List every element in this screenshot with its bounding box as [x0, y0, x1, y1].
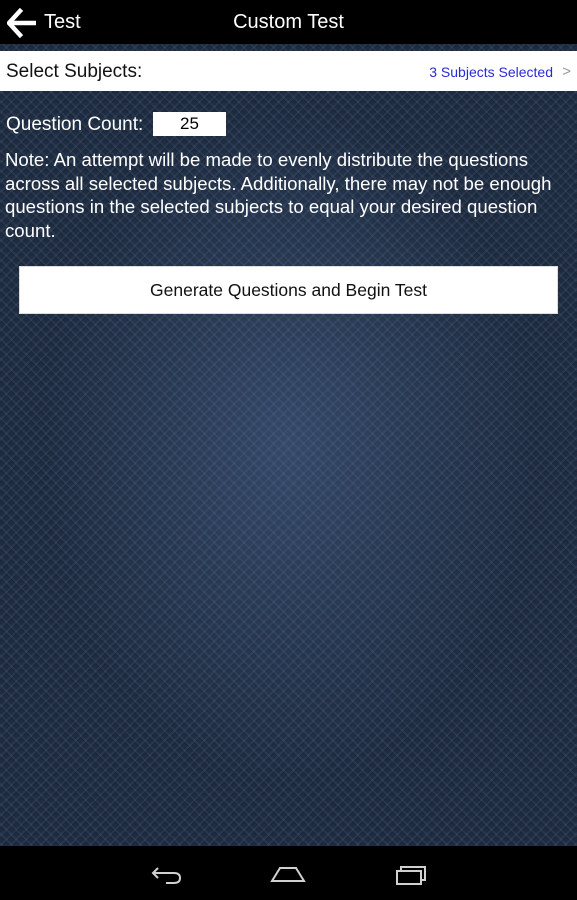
nav-back-button[interactable]	[138, 856, 194, 890]
nav-back-icon	[151, 867, 182, 884]
distribution-note: Note: An attempt will be made to evenly …	[5, 149, 552, 241]
nav-recents-button[interactable]	[382, 856, 438, 890]
select-subjects-label: Select Subjects:	[6, 61, 143, 82]
question-count-label: Question Count:	[6, 114, 144, 135]
nav-recents-icon	[396, 866, 426, 885]
chevron-right-icon: >	[562, 63, 571, 80]
nav-home-icon	[270, 867, 306, 882]
select-subjects-row[interactable]: Select Subjects: 3 Subjects Selected >	[0, 51, 577, 91]
action-bar: Test Custom Test	[0, 0, 577, 44]
question-count-input[interactable]	[153, 112, 226, 136]
subjects-selected-value[interactable]: 3 Subjects Selected	[429, 64, 553, 80]
system-nav-bar	[0, 846, 577, 900]
generate-questions-button[interactable]: Generate Questions and Begin Test	[19, 266, 558, 314]
page-title: Custom Test	[233, 11, 344, 33]
main-content: Select Subjects: 3 Subjects Selected > Q…	[0, 44, 577, 846]
nav-home-button[interactable]	[260, 856, 316, 890]
